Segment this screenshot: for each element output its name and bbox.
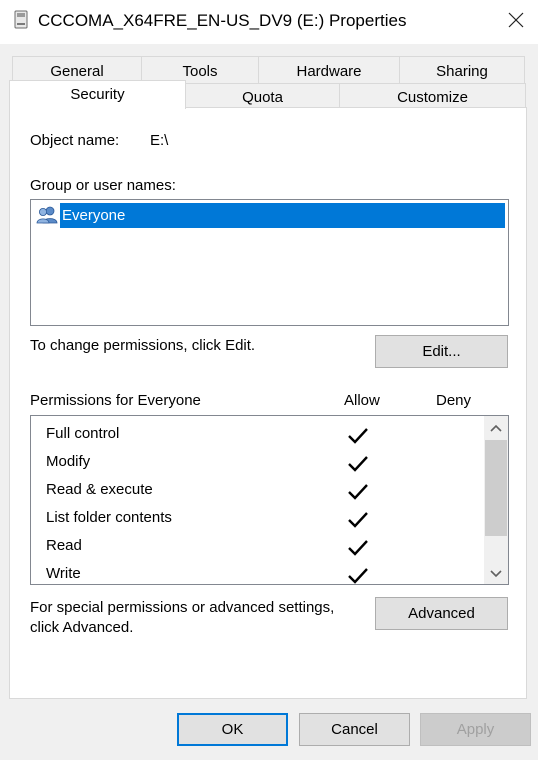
allow-check-icon: [347, 483, 369, 501]
group-list[interactable]: Everyone: [30, 199, 509, 326]
close-button[interactable]: [494, 0, 538, 44]
tab-label: Hardware: [296, 63, 362, 80]
permissions-list[interactable]: Full control Modify Read & execute List …: [30, 415, 509, 585]
scroll-up-button[interactable]: [484, 416, 508, 438]
permission-row: Read: [46, 537, 82, 554]
allow-check-icon: [347, 427, 369, 445]
chevron-down-icon: [490, 565, 502, 582]
object-name-label: Object name:: [30, 132, 120, 149]
close-icon: [508, 12, 524, 32]
permission-row: List folder contents: [46, 509, 172, 526]
permission-name: Write: [46, 565, 81, 582]
advanced-button[interactable]: Advanced: [375, 597, 508, 630]
permission-row: Read & execute: [46, 481, 153, 498]
group-name: Everyone: [60, 203, 505, 228]
scroll-thumb[interactable]: [485, 440, 507, 536]
tab-label: General: [50, 63, 104, 80]
change-permissions-text: To change permissions, click Edit.: [30, 337, 256, 354]
window-title: CCCOMA_X64FRE_EN-US_DV9 (E:) Properties: [38, 11, 407, 30]
tab-label: Customize: [397, 89, 468, 106]
scrollbar[interactable]: [484, 416, 508, 584]
allow-check-icon: [347, 567, 369, 584]
group-names-label: Group or user names:: [30, 177, 176, 194]
tab-label: Tools: [182, 63, 218, 80]
tab-quota[interactable]: Quota: [185, 83, 340, 108]
tab-label: Sharing: [436, 63, 488, 80]
permission-name: Full control: [46, 425, 120, 442]
deny-header: Deny: [436, 392, 472, 409]
permission-name: List folder contents: [46, 509, 172, 526]
chevron-up-icon: [490, 419, 502, 436]
allow-check-icon: [347, 539, 369, 557]
apply-button[interactable]: Apply: [420, 713, 531, 746]
ok-button[interactable]: OK: [177, 713, 288, 746]
users-icon: [36, 205, 58, 225]
tab-label: Security: [70, 86, 125, 103]
scroll-down-button[interactable]: [484, 562, 508, 584]
tab-customize[interactable]: Customize: [339, 83, 526, 108]
special-permissions-text-1: For special permissions or advanced sett…: [30, 599, 335, 616]
tab-hardware[interactable]: Hardware: [258, 56, 400, 84]
permission-name: Modify: [46, 453, 91, 470]
permission-row: Modify: [46, 453, 90, 470]
tab-label: Quota: [242, 89, 283, 106]
special-permissions-text-2: click Advanced.: [30, 619, 134, 636]
allow-check-icon: [347, 511, 369, 529]
tab-sharing[interactable]: Sharing: [399, 56, 525, 84]
list-item[interactable]: Everyone: [34, 203, 505, 228]
permissions-label: Permissions for Everyone: [30, 392, 201, 409]
object-name-value: E:\: [150, 132, 169, 149]
tab-security[interactable]: Security: [9, 80, 186, 109]
permission-name: Read: [46, 537, 82, 554]
security-panel: Object name: E:\ Group or user names: Ev…: [9, 107, 527, 699]
permission-row: Write: [46, 565, 81, 582]
edit-button[interactable]: Edit...: [375, 335, 508, 368]
allow-check-icon: [347, 455, 369, 473]
cancel-button[interactable]: Cancel: [299, 713, 410, 746]
allow-header: Allow: [344, 392, 380, 409]
permission-row: Full control: [46, 425, 119, 442]
drive-icon: [14, 10, 28, 29]
permission-name: Read & execute: [46, 481, 153, 498]
